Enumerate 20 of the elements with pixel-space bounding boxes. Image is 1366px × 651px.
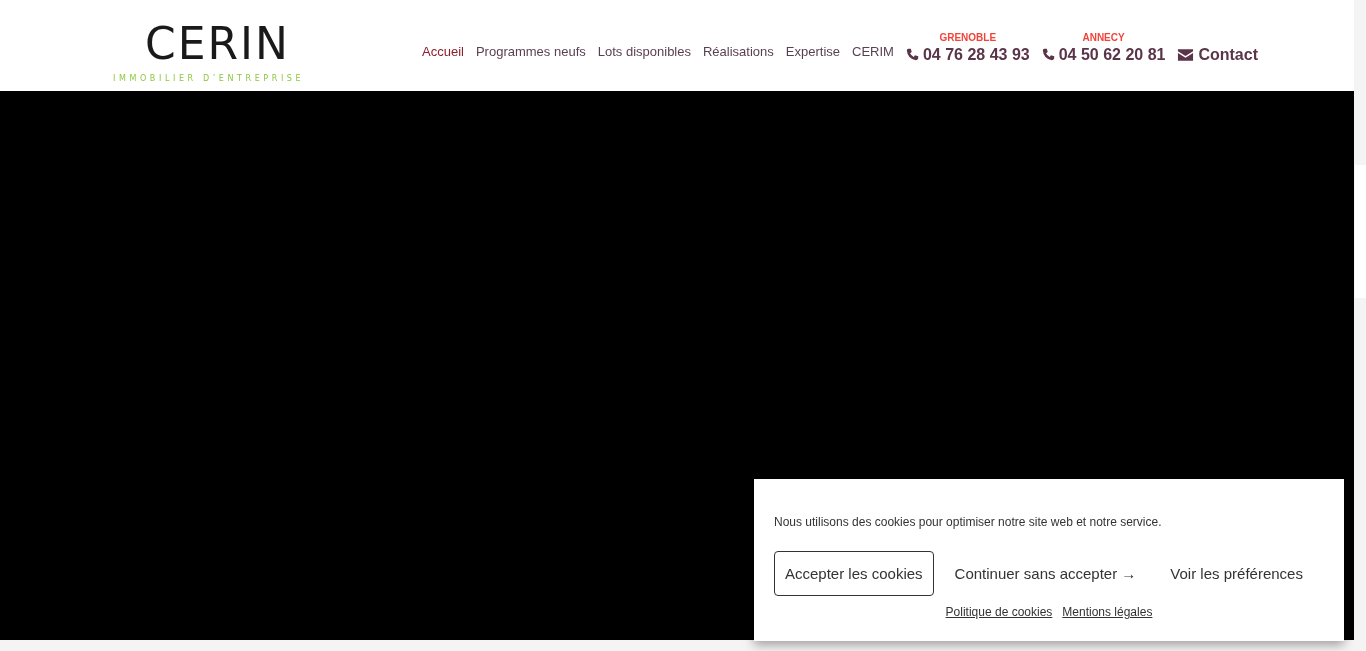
footer-link[interactable]: Politique de cookies <box>945 605 1053 619</box>
phone-number[interactable]: 04 76 28 43 93 <box>922 45 1030 64</box>
phone-icon <box>1041 48 1055 61</box>
footer-link[interactable]: Mentions légales <box>1062 605 1153 619</box>
nav-link[interactable]: Lots disponibles <box>597 44 691 59</box>
contact-link[interactable]: Contact <box>1198 45 1258 64</box>
envelope-icon <box>1177 47 1195 62</box>
city-label: ANNECY <box>1082 31 1125 43</box>
logo-wordmark[interactable]: CERIN <box>145 20 290 68</box>
cookie-button[interactable]: Accepter les cookies <box>774 551 934 596</box>
logo-tagline: IMMOBILIER D’ENTREPRISE <box>113 74 305 83</box>
phone-number[interactable]: 04 50 62 20 81 <box>1058 45 1166 64</box>
cookie-message: Nous utilisons des cookies pour optimiser notre site web et notre service. <box>774 515 1163 529</box>
nav-link[interactable]: Expertise <box>785 44 840 59</box>
nav-link[interactable]: Programmes neufs <box>475 44 586 59</box>
city-label: GRENOBLE <box>939 31 997 43</box>
nav-link[interactable]: Réalisations <box>703 44 774 59</box>
nav-link[interactable]: CERIM <box>852 44 894 59</box>
phone-icon <box>905 48 919 61</box>
nav-link[interactable]: Accueil <box>422 44 464 59</box>
